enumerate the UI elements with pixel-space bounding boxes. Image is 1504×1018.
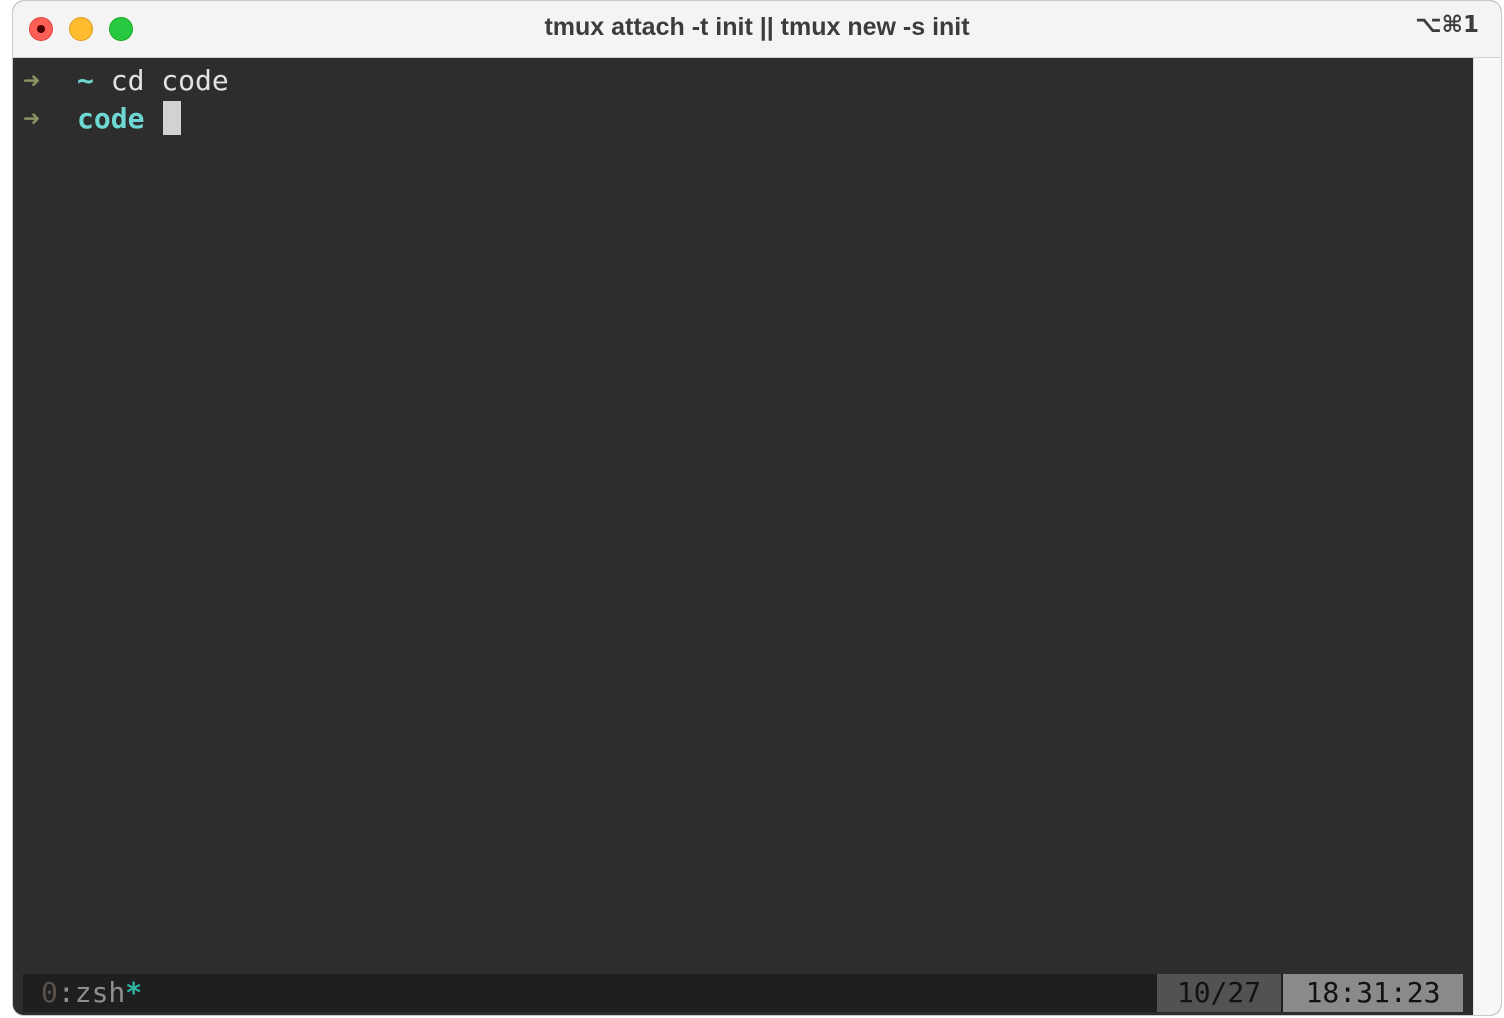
tmux-window-flag: * [125, 976, 143, 1009]
title-bar[interactable]: tmux attach -t init || tmux new -s init … [13, 1, 1501, 58]
prompt-cwd: ~ [77, 64, 94, 97]
tmux-status-bar: 0:zsh* 10/27 18:31:23 [23, 974, 1463, 1012]
tmux-window-tab[interactable]: 0:zsh* [41, 974, 142, 1012]
tmux-window-name: :zsh [57, 976, 126, 1009]
status-time: 18:31:23 [1283, 974, 1463, 1012]
terminal-content[interactable]: ➜ ~ cd code ➜ code 0:zsh* 10/27 18:31:23 [13, 58, 1473, 1015]
prompt-cwd: code [77, 102, 145, 135]
tmux-window-index: 0 [41, 976, 58, 1009]
window-shortcut: ⌥⌘1 [1415, 12, 1479, 38]
window-title: tmux attach -t init || tmux new -s init [544, 13, 970, 41]
text-cursor [163, 101, 182, 135]
terminal-window: tmux attach -t init || tmux new -s init … [12, 0, 1502, 1016]
prompt-arrow-icon: ➜ [23, 102, 40, 135]
scrollbar[interactable] [1473, 58, 1501, 1015]
terminal-line: ➜ ~ cd code [23, 62, 229, 100]
command-text: cd code [110, 64, 229, 97]
status-date: 10/27 [1157, 974, 1281, 1012]
terminal-line: ➜ code [23, 100, 182, 138]
prompt-arrow-icon: ➜ [23, 64, 40, 97]
